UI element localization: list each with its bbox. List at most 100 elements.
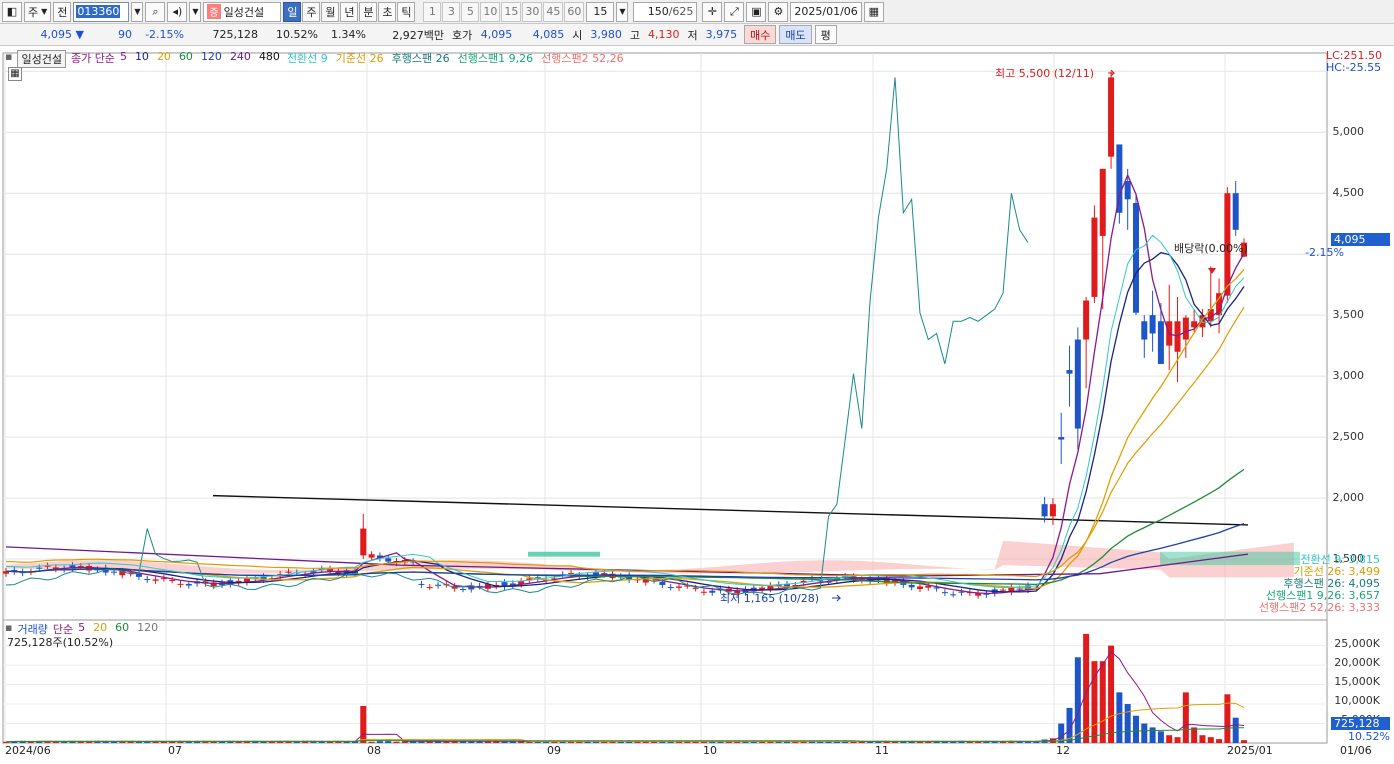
code-input[interactable]: 013360 bbox=[73, 1, 130, 22]
candle-body bbox=[459, 589, 466, 591]
interval-button[interactable]: 45 bbox=[543, 1, 564, 22]
volume-value: 725,128 bbox=[212, 28, 259, 41]
sound-dropdown-icon[interactable]: ▼ bbox=[189, 1, 202, 22]
legend-ichimoku-item[interactable]: 선행스팬2 52,26 bbox=[541, 50, 623, 68]
time-axis-label: 12 bbox=[1056, 744, 1070, 757]
candle-body bbox=[1157, 321, 1164, 364]
candle-body bbox=[709, 590, 716, 593]
interval-button[interactable]: 3 bbox=[442, 1, 461, 22]
volume-ma-item[interactable]: 60 bbox=[115, 621, 129, 637]
bar-count-input[interactable]: 150/625 bbox=[633, 1, 698, 22]
candle-body bbox=[111, 571, 118, 573]
stock-name-field[interactable]: 증 일성건설 bbox=[203, 1, 282, 22]
legend-ichimoku-item[interactable]: 전환선 9 bbox=[287, 50, 328, 68]
dividend-annotation: 배당락(0.00%) bbox=[1174, 242, 1248, 255]
time-axis-label: 07 bbox=[168, 744, 182, 757]
interval-button[interactable]: 15 bbox=[501, 1, 522, 22]
volume-ma-item[interactable]: 120 bbox=[137, 621, 158, 637]
price-axis-label: 3,000 bbox=[1332, 369, 1365, 383]
interval-button[interactable]: 60 bbox=[564, 1, 585, 22]
period-tab[interactable]: 주 bbox=[302, 1, 321, 22]
price-axis-label: 2,000 bbox=[1332, 491, 1365, 505]
volume-bar bbox=[1099, 661, 1106, 743]
candle-body bbox=[1083, 300, 1090, 340]
volume-bar bbox=[1149, 727, 1156, 743]
interval-button[interactable]: 30 bbox=[522, 1, 543, 22]
volume-axis-label: 25,000K bbox=[1334, 637, 1380, 650]
candle-body bbox=[700, 591, 707, 593]
candle-body bbox=[426, 587, 433, 589]
legend-ma-item[interactable]: 240 bbox=[230, 50, 251, 68]
interval-button[interactable]: 10 bbox=[480, 1, 501, 22]
grid-icon[interactable]: ▦ bbox=[8, 67, 22, 81]
volume-bar bbox=[1191, 727, 1198, 743]
volume-bar bbox=[385, 741, 392, 743]
legend-ma-item[interactable]: 60 bbox=[179, 50, 193, 68]
buy-button[interactable]: 매수 bbox=[744, 25, 777, 44]
volume-pct: 10.52% bbox=[276, 28, 318, 41]
volume-bar bbox=[1074, 657, 1081, 743]
volume-bar bbox=[393, 741, 400, 743]
code-dropdown-icon[interactable]: ▼ bbox=[131, 1, 144, 22]
volume-bar bbox=[1216, 739, 1223, 743]
period-tab[interactable]: 초 bbox=[378, 1, 397, 22]
crosshair-icon[interactable]: ✛ bbox=[702, 1, 723, 22]
interval-button[interactable]: 5 bbox=[461, 1, 480, 22]
open-label: 시 bbox=[572, 28, 583, 42]
market-select[interactable]: 주 ▼ bbox=[24, 1, 52, 22]
scale-indicator: LC:251.50 HC:-25.55 bbox=[1326, 50, 1382, 74]
price-legend: ▪ 일성건설 종가 단순 5 10 20 60 120 240 480 전환선 9 기준선 2… bbox=[5, 50, 624, 68]
period-tab[interactable]: 틱 bbox=[397, 1, 416, 22]
volume-bar bbox=[376, 741, 383, 743]
legend-ma-item[interactable]: 120 bbox=[201, 50, 222, 68]
candle-body bbox=[360, 528, 367, 556]
period-tab[interactable]: 일 bbox=[283, 1, 302, 22]
all-toggle[interactable]: 전 bbox=[53, 1, 72, 22]
sound-icon[interactable]: ◂) bbox=[167, 1, 188, 22]
price-axis-label: 3,500 bbox=[1332, 308, 1365, 322]
volume-bar bbox=[1108, 645, 1115, 743]
legend-ichimoku-item[interactable]: 후행스팬 26 bbox=[392, 50, 450, 68]
chart-settings-icon[interactable]: ◧ bbox=[2, 1, 22, 22]
period-tab[interactable]: 월 bbox=[321, 1, 340, 22]
legend-ma-item[interactable]: 480 bbox=[259, 50, 280, 68]
high-price: 4,130 bbox=[648, 28, 680, 41]
legend-ma-item[interactable]: 20 bbox=[157, 50, 171, 68]
volume-bar bbox=[1174, 737, 1181, 743]
calendar-icon[interactable]: ▦ bbox=[863, 1, 884, 22]
period-tab[interactable]: 년 bbox=[340, 1, 359, 22]
legend-ma-item[interactable]: 5 bbox=[120, 50, 127, 68]
sell-button[interactable]: 매도 bbox=[779, 25, 812, 44]
search-icon[interactable]: ⌕ bbox=[145, 1, 166, 22]
ichimoku-cloud bbox=[528, 551, 600, 557]
low-annotation: 최저 1,165 (10/28) bbox=[720, 592, 820, 605]
candle-body bbox=[285, 571, 292, 573]
trendline-icon[interactable]: ⤢ bbox=[724, 1, 745, 22]
volume-current-pct: 10.52% bbox=[1348, 730, 1390, 743]
price-chart[interactable] bbox=[0, 47, 1394, 764]
period-tab[interactable]: 분 bbox=[359, 1, 378, 22]
legend-ichimoku-item[interactable]: 기준선 26 bbox=[336, 50, 384, 68]
save-icon[interactable]: ▣ bbox=[746, 1, 767, 22]
candle-body bbox=[1099, 168, 1106, 236]
legend-ma-item[interactable]: 10 bbox=[135, 50, 149, 68]
volume-bar bbox=[1132, 715, 1139, 743]
date-field[interactable]: 2025/01/06 bbox=[790, 1, 862, 22]
time-axis-label: 10 bbox=[703, 744, 717, 757]
legend-ichimoku-item[interactable]: 선행스팬1 9,26 bbox=[458, 50, 533, 68]
candle-body bbox=[36, 567, 43, 569]
interval-button[interactable]: 1 bbox=[423, 1, 442, 22]
volume-axis-label: 20,000K bbox=[1334, 656, 1380, 669]
legend-stock-name[interactable]: 일성건설 bbox=[17, 50, 66, 68]
average-button[interactable]: 평 bbox=[814, 25, 837, 44]
volume-bar bbox=[368, 741, 375, 743]
interval-dropdown-icon[interactable]: ▼ bbox=[616, 1, 629, 22]
candle-body bbox=[908, 584, 915, 588]
gear-icon[interactable]: ⚙ bbox=[768, 1, 789, 22]
candle-body bbox=[925, 585, 932, 588]
volume-bar bbox=[1116, 692, 1123, 743]
price-axis-label: 5,000 bbox=[1332, 125, 1365, 139]
volume-bar bbox=[1124, 704, 1131, 743]
interval-input[interactable]: 15 bbox=[586, 1, 615, 22]
name-badge: 증 bbox=[207, 4, 221, 19]
